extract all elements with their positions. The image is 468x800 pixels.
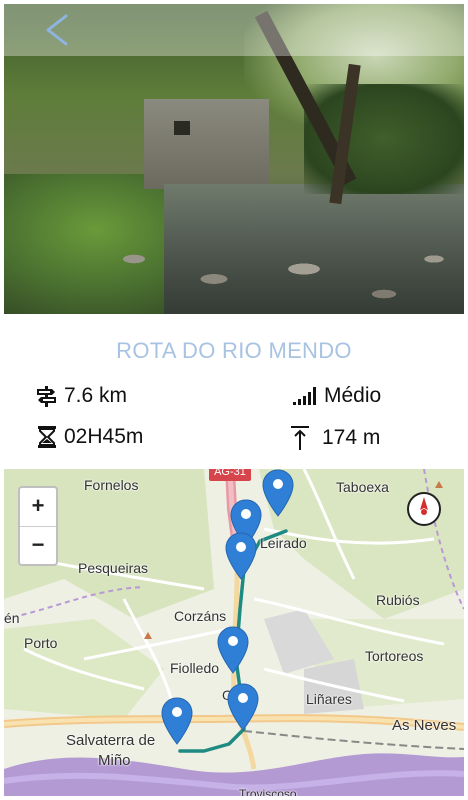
place-label: Miño — [98, 752, 131, 769]
top-bar — [4, 4, 464, 56]
map-marker-icon[interactable] — [216, 626, 250, 674]
elevation-icon — [291, 426, 309, 450]
compass-icon[interactable] — [406, 491, 442, 527]
map-marker-icon[interactable] — [160, 697, 194, 745]
zoom-in-button[interactable]: + — [20, 488, 56, 527]
place-label: Tortoreos — [365, 648, 424, 664]
duration-stat: 02H45m — [36, 425, 143, 449]
hourglass-icon — [38, 426, 56, 448]
place-label: Taboexa — [336, 479, 389, 495]
signal-bars-icon — [293, 387, 316, 405]
duration-value: 02H45m — [64, 425, 144, 448]
map-marker-icon[interactable] — [261, 469, 295, 517]
place-label: Leirado — [260, 535, 307, 551]
back-arrow-icon[interactable] — [38, 10, 78, 50]
place-label: As Neves — [392, 717, 457, 734]
elevation-stat: 174 m — [290, 425, 380, 451]
place-label: Troviscoso — [239, 787, 297, 796]
place-label: Pesqueiras — [78, 560, 149, 576]
signpost-icon — [37, 386, 56, 407]
zoom-out-button[interactable]: − — [20, 527, 56, 565]
map-marker-icon[interactable] — [224, 532, 258, 580]
distance-stat: 7.6 km — [34, 384, 127, 408]
stone-mill — [144, 99, 269, 189]
map-marker-icon[interactable] — [226, 683, 260, 731]
place-label: Corzáns — [174, 608, 227, 624]
place-label: Fiolledo — [170, 660, 220, 676]
place-label: Rubiós — [376, 592, 420, 608]
difficulty-stat: Médio — [292, 384, 381, 408]
place-label: Liñares — [306, 691, 352, 707]
route-map[interactable]: AG-31 Fornelos Taboexa Leirado Pesqueira… — [4, 469, 464, 796]
elevation-value: 174 m — [322, 426, 381, 449]
place-label: Salvaterra de — [66, 732, 156, 749]
zoom-control: + − — [18, 486, 58, 566]
place-label: Porto — [24, 635, 58, 651]
place-label: Fornelos — [84, 477, 139, 493]
route-title: ROTA DO RIO MENDO — [116, 338, 352, 363]
difficulty-value: Médio — [324, 384, 382, 407]
road-shield: AG-31 — [209, 469, 251, 481]
route-detail-screen: ROTA DO RIO MENDO 7.6 km Médio 02H45m 17… — [4, 4, 464, 796]
place-label: én — [4, 610, 20, 626]
distance-value: 7.6 km — [64, 384, 128, 407]
